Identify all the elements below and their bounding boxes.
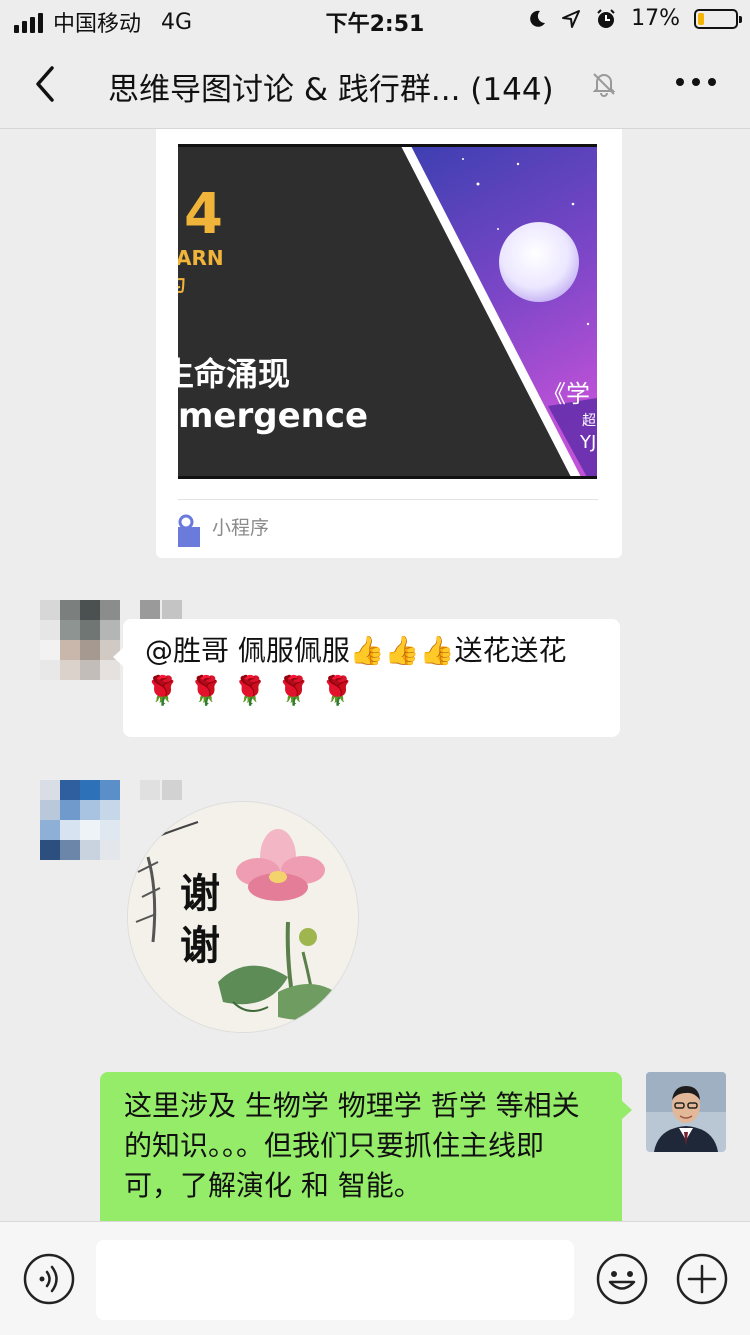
status-bar: 中国移动 4G 下午2:51 17% [0, 0, 750, 40]
mini-program-label: 小程序 [212, 517, 270, 539]
chat-title[interactable]: 思维导图讨论 & 践行群... (144) [108, 64, 554, 109]
mini-program-card[interactable]: 4 ARN 匀 生命涌现 mergence 《学 超 YJ 小程序 [156, 129, 622, 558]
message-input[interactable] [96, 1240, 574, 1320]
battery-icon [694, 8, 742, 29]
plus-icon[interactable] [675, 1252, 729, 1306]
message-bubble-incoming[interactable]: @胜哥 佩服佩服👍👍👍送花送花🌹 🌹 🌹 🌹 🌹 [113, 619, 620, 737]
cover-side-text-2: 超 [582, 413, 596, 429]
avatar[interactable] [40, 600, 120, 680]
sender-name-redacted [140, 780, 182, 800]
status-right: 17% [527, 6, 742, 31]
alarm-icon [597, 8, 615, 28]
cover-big-number: 4 [184, 182, 223, 247]
sticker-message[interactable]: 谢谢 [128, 802, 358, 1032]
bell-muted-icon [592, 73, 616, 97]
voice-icon[interactable] [22, 1252, 76, 1306]
card-divider [178, 499, 598, 500]
mini-program-icon [178, 514, 200, 547]
cover-side-text-3: YJ [580, 432, 597, 453]
sticker-text: 谢谢 [180, 870, 220, 969]
my-avatar[interactable] [646, 1072, 726, 1152]
chat-header: 思维导图讨论 & 践行群... (144) [0, 40, 750, 129]
lotus-illustration [128, 802, 358, 1032]
back-chevron-icon[interactable] [28, 60, 76, 108]
battery-percent: 17% [631, 6, 680, 31]
cover-learn-text: ARN [178, 246, 224, 270]
cover-side-text-1: 《学 [542, 380, 590, 408]
message-text: 这里涉及 生物学 物理学 哲学 等相关的知识。。。但我们只要抓住主线即可，了解演… [124, 1089, 580, 1202]
message-text: @胜哥 佩服佩服👍👍👍送花送花🌹 🌹 🌹 🌹 🌹 [145, 634, 567, 707]
sender-name-redacted [140, 600, 182, 620]
chat-messages[interactable]: 4 ARN 匀 生命涌现 mergence 《学 超 YJ 小程序 [0, 129, 750, 1221]
mini-program-cover[interactable]: 4 ARN 匀 生命涌现 mergence 《学 超 YJ [178, 144, 597, 479]
cover-small-glyph: 匀 [178, 271, 186, 297]
moon-icon [530, 10, 546, 27]
message-bubble-outgoing[interactable]: 这里涉及 生物学 物理学 哲学 等相关的知识。。。但我们只要抓住主线即可，了解演… [100, 1072, 632, 1221]
cover-cn-title: 生命涌现 [178, 355, 291, 393]
location-arrow-icon [562, 9, 581, 28]
avatar[interactable] [40, 780, 120, 860]
emoji-icon[interactable] [595, 1252, 649, 1306]
battery-level [698, 12, 705, 25]
more-dots-icon[interactable] [676, 78, 716, 86]
input-toolbar [0, 1221, 750, 1335]
cover-en-title: mergence [178, 396, 369, 436]
